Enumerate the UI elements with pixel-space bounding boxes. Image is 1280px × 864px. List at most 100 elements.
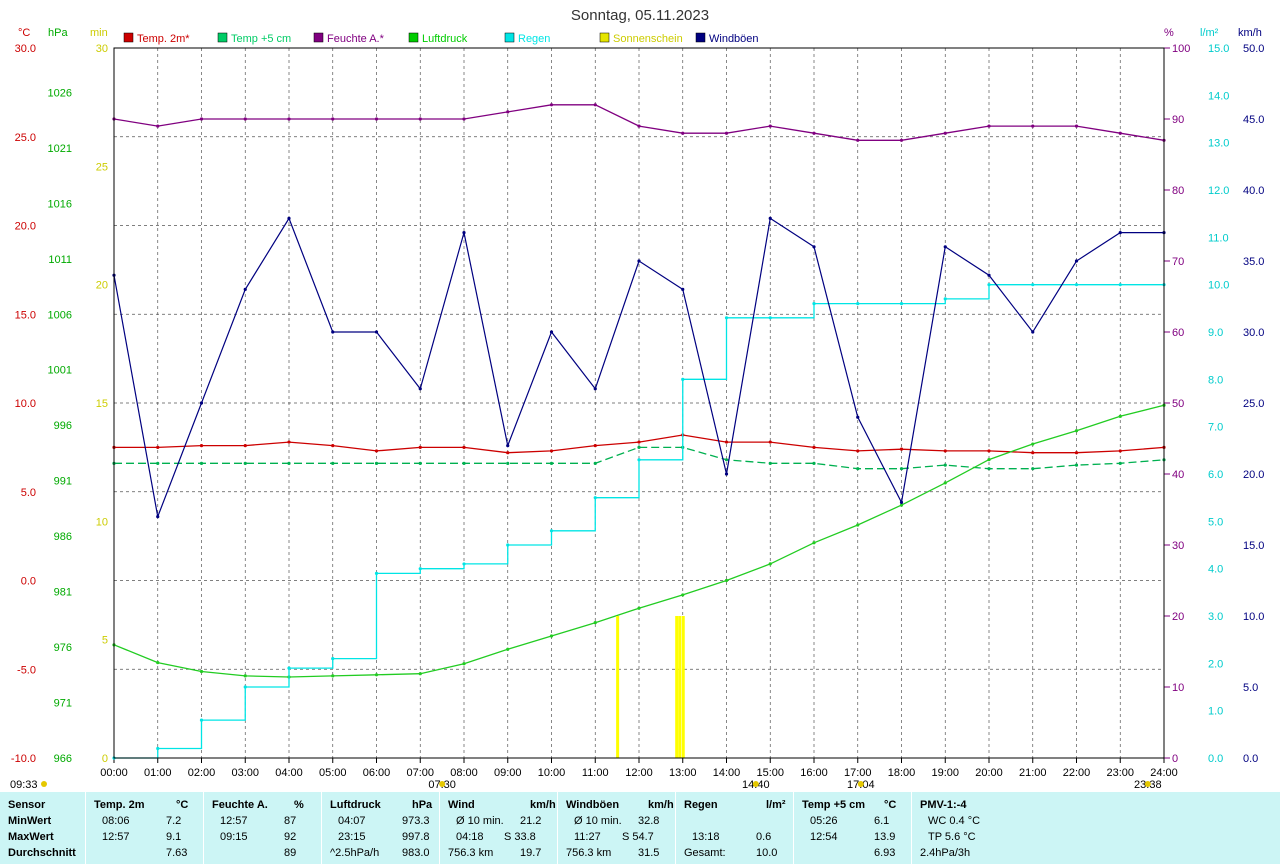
series-point bbox=[637, 458, 641, 462]
legend-label: Sonnenschein bbox=[613, 33, 683, 45]
series-point bbox=[1031, 124, 1035, 128]
series-point bbox=[681, 131, 685, 135]
series-point bbox=[1031, 451, 1035, 455]
stats-row-label: MinWert bbox=[8, 815, 52, 827]
stats-block-title: Windböen bbox=[566, 799, 620, 811]
series-point bbox=[331, 330, 335, 334]
series-point bbox=[243, 117, 247, 121]
series-point bbox=[506, 647, 510, 651]
stats-row-label: Sensor bbox=[8, 799, 46, 811]
stats-separator bbox=[793, 792, 794, 864]
series-point bbox=[987, 273, 991, 277]
series-point bbox=[856, 523, 860, 527]
series-point bbox=[1118, 461, 1122, 465]
series-point bbox=[1031, 330, 1035, 334]
series-point bbox=[987, 457, 991, 462]
rain-tick-label: 14.0 bbox=[1208, 90, 1229, 102]
series-point bbox=[681, 377, 685, 381]
series-point bbox=[549, 634, 554, 638]
stats-max-value: 997.8 bbox=[402, 831, 430, 843]
stats-min-value: 6.1 bbox=[874, 815, 890, 827]
x-tick-label: 04:00 bbox=[275, 767, 303, 779]
series-point bbox=[899, 500, 904, 504]
series-point bbox=[156, 660, 160, 665]
humidity-tick-label: 40 bbox=[1172, 469, 1184, 481]
wind-tick-label: 0.0 bbox=[1243, 753, 1258, 765]
stats-avg-label: 2.4hPa/3h bbox=[920, 847, 971, 859]
humidity-tick-label: 100 bbox=[1172, 43, 1190, 55]
stats-block-unit: °C bbox=[884, 799, 897, 811]
stats-block-unit: km/h bbox=[648, 799, 674, 811]
series-point bbox=[199, 669, 204, 674]
pressure-tick-label: 976 bbox=[54, 642, 72, 654]
stats-min-time: 04:07 bbox=[338, 815, 366, 827]
sun-tick-label: 30 bbox=[96, 43, 108, 55]
series-point bbox=[593, 621, 597, 625]
legend-label: Temp +5 cm bbox=[231, 33, 291, 45]
series-point bbox=[1074, 451, 1079, 455]
x-tick-label: 20:00 bbox=[975, 767, 1003, 779]
series-point bbox=[506, 110, 510, 114]
series-point bbox=[418, 117, 422, 121]
stats-max-speed: S 33.8 bbox=[504, 831, 536, 843]
series-point bbox=[156, 515, 160, 519]
series-point bbox=[462, 231, 466, 235]
series-point bbox=[462, 461, 466, 465]
rain-unit: l/m² bbox=[1200, 27, 1219, 39]
series-point bbox=[331, 461, 335, 465]
rain-tick-label: 11.0 bbox=[1208, 232, 1229, 244]
wind-tick-label: 45.0 bbox=[1243, 114, 1264, 126]
series-point bbox=[899, 302, 904, 306]
pressure-tick-label: 986 bbox=[54, 531, 72, 543]
series-point bbox=[1118, 414, 1122, 418]
sun-event-marker bbox=[752, 781, 759, 787]
pressure-tick-label: 1001 bbox=[48, 365, 72, 377]
weather-chart: Sonntag, 05.11.2023 °C hPa min % l/m² km… bbox=[10, 7, 1264, 791]
stats-row-label: Durchschnitt bbox=[8, 847, 76, 859]
series-point bbox=[506, 444, 510, 448]
sunshine-bar bbox=[675, 616, 679, 758]
series-point bbox=[1118, 449, 1122, 453]
stats-avg-value: 10.0 bbox=[756, 847, 778, 859]
stats-block-title: Luftdruck bbox=[330, 799, 381, 811]
stats-max-time: 13:18 bbox=[692, 831, 720, 843]
stats-max-speed: S 54.7 bbox=[622, 831, 654, 843]
humidity-tick-label: 80 bbox=[1172, 185, 1184, 197]
x-left-note: 09:33 bbox=[10, 779, 38, 791]
temp-tick-label: 15.0 bbox=[15, 309, 36, 321]
sun-event-marker bbox=[439, 781, 446, 787]
x-tick-label: 16:00 bbox=[800, 767, 828, 779]
x-tick-label: 10:00 bbox=[538, 767, 566, 779]
legend-label: Windböen bbox=[709, 33, 759, 45]
humidity-tick-label: 30 bbox=[1172, 540, 1184, 552]
sun-event-marker bbox=[41, 781, 47, 787]
legend-swatch bbox=[313, 32, 324, 43]
series-point bbox=[856, 467, 860, 471]
x-tick-label: 19:00 bbox=[931, 767, 959, 779]
legend-label: Feuchte A.* bbox=[327, 33, 385, 45]
series-point bbox=[637, 259, 641, 263]
stats-max-value: 92 bbox=[284, 831, 297, 843]
stats-avg-value: 19.7 bbox=[520, 847, 542, 859]
wind-tick-label: 10.0 bbox=[1243, 611, 1264, 623]
series-point bbox=[418, 387, 422, 391]
rain-tick-label: 2.0 bbox=[1208, 658, 1223, 670]
series-point bbox=[812, 302, 816, 306]
series-point bbox=[1031, 467, 1035, 471]
stats-row-label: MaxWert bbox=[8, 831, 54, 843]
temp-unit: °C bbox=[18, 27, 30, 39]
stats-avg-value: 31.5 bbox=[638, 847, 660, 859]
sun-tick-label: 25 bbox=[96, 161, 108, 173]
pressure-tick-label: 971 bbox=[54, 698, 72, 710]
series-point bbox=[199, 117, 204, 121]
rain-tick-label: 4.0 bbox=[1208, 564, 1223, 576]
series-point bbox=[856, 302, 860, 306]
x-tick-label: 18:00 bbox=[888, 767, 916, 779]
series-point bbox=[1074, 259, 1079, 263]
stats-block-unit: km/h bbox=[530, 799, 556, 811]
series-point bbox=[593, 461, 597, 465]
rain-tick-label: 7.0 bbox=[1208, 422, 1223, 434]
series-point bbox=[1074, 283, 1079, 287]
x-tick-label: 17:00 bbox=[844, 767, 872, 779]
stats-min-value: 21.2 bbox=[520, 815, 542, 827]
